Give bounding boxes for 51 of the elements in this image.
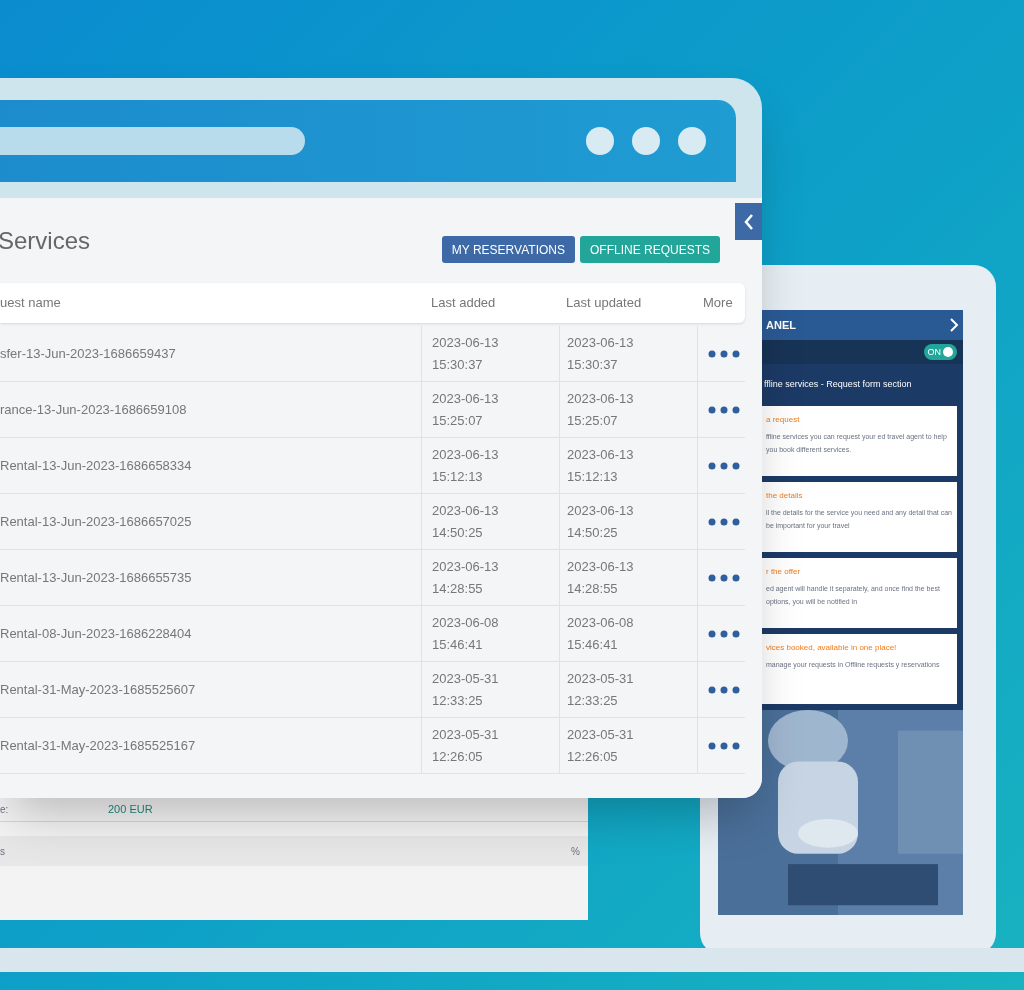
header-button[interactable]: OFFLINE REQUESTS [579,236,720,263]
table-cell: 2023-06-13 15:12:13 [559,438,697,493]
table-cell: 2023-06-13 15:30:37 [559,326,697,381]
table-cell: 2023-05-31 12:33:25 [559,662,697,717]
chevron-left-icon [743,212,754,231]
table-cell: 2023-06-13 14:28:55 [559,550,697,605]
table-cell: 2023-05-31 12:26:05 [559,718,697,773]
column-header: Last added [430,294,497,313]
table-cell: 2023-06-13 14:50:25 [559,494,697,549]
collapse-tab[interactable] [735,203,762,240]
column-header: uest name [0,294,62,313]
table-cell: 2023-06-13 15:25:07 [421,382,559,437]
table-cell: 2023-06-13 15:25:07 [559,382,697,437]
input-field[interactable]: s % [0,836,588,866]
table-cell: 2023-06-13 14:28:55 [421,550,559,605]
table-cell-text: Rental-31-May-2023-1685525167 [0,736,197,755]
card-title: r the offer [766,565,802,578]
more-dots-icon[interactable] [708,461,740,470]
more-dots-icon[interactable] [708,685,740,694]
card-title: a request [766,413,801,426]
table-cell: 2023-06-08 15:46:41 [421,606,559,661]
header-button[interactable]: MY RESERVATIONS [441,236,575,263]
panel-title: ANEL [766,317,796,333]
column-header: More [702,294,734,313]
more-dots-icon[interactable] [708,573,740,582]
table-cell-text: Rental-31-May-2023-1685525607 [0,680,197,699]
table-cell-text: rance-13-Jun-2023-1686659108 [0,400,188,419]
more-dots-icon[interactable] [708,405,740,414]
expand-chevron-icon[interactable] [949,317,959,333]
table-cell-text: Rental-08-Jun-2023-1686228404 [0,624,193,643]
card-title: vices booked, available in one place! [766,641,898,654]
table-cell: 2023-05-31 12:26:05 [421,718,559,773]
table-cell-text: sfer-13-Jun-2023-1686659437 [0,344,177,363]
table-cell-text: Rental-13-Jun-2023-1686657025 [0,512,193,531]
price-value: 200 EUR [108,802,153,818]
table-cell-text: Rental-13-Jun-2023-1686658334 [0,456,193,475]
toggle-switch[interactable]: ON [923,344,957,360]
table-cell-text: Rental-13-Jun-2023-1686655735 [0,568,193,587]
table-cell: 2023-06-13 15:12:13 [421,438,559,493]
panel-heading: ffline services - Request form section [763,378,913,391]
table-cell: 2023-06-13 15:30:37 [421,326,559,381]
table-cell: 2023-06-08 15:46:41 [559,606,697,661]
column-header: Last updated [565,294,643,313]
more-dots-icon[interactable] [708,741,740,750]
table-cell: 2023-06-13 14:50:25 [421,494,559,549]
field-label: e: [0,803,10,817]
more-dots-icon[interactable] [708,349,740,358]
more-dots-icon[interactable] [708,517,740,526]
card-title: the details [766,489,804,502]
table-cell: 2023-05-31 12:33:25 [421,662,559,717]
more-dots-icon[interactable] [708,629,740,638]
